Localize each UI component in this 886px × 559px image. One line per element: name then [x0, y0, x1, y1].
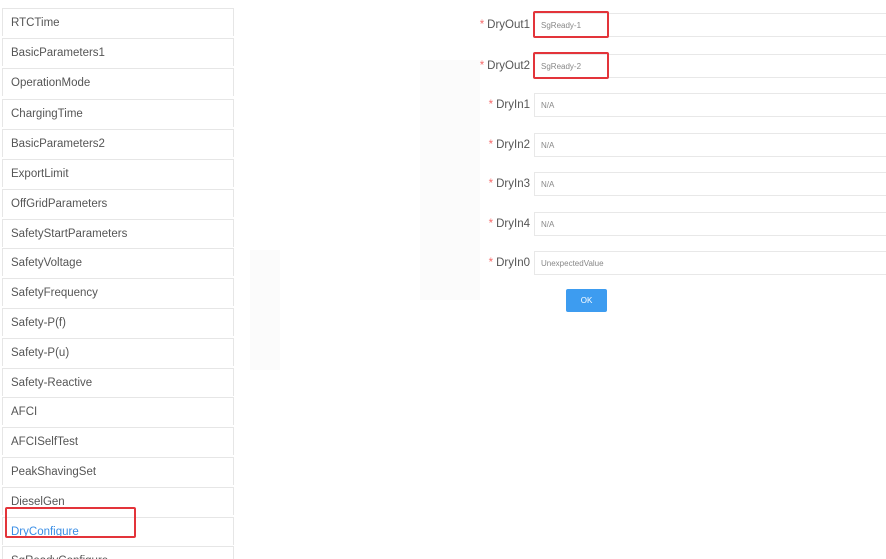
sidebar-item-dieselgen[interactable]: DieselGen [2, 487, 234, 515]
form-row-dryin3: * DryIn3 [420, 172, 886, 198]
sidebar-item-afciselftest[interactable]: AFCISelfTest [2, 427, 234, 455]
sidebar-item-exportlimit[interactable]: ExportLimit [2, 159, 234, 187]
form-row-dryout1: * DryOut1 [420, 11, 886, 39]
settings-sidebar: RTCTime BasicParameters1 OperationMode C… [0, 8, 237, 559]
background-smudge [250, 250, 280, 370]
dryout1-input[interactable] [534, 13, 886, 37]
dryin1-input[interactable] [534, 93, 886, 117]
dryin4-label: * DryIn4 [488, 218, 530, 230]
sidebar-item-basicparameters1[interactable]: BasicParameters1 [2, 38, 234, 66]
sidebar-item-afci[interactable]: AFCI [2, 397, 234, 425]
sidebar-item-chargingtime[interactable]: ChargingTime [2, 99, 234, 127]
required-mark: * [488, 139, 494, 151]
sidebar-item-safetystartparameters[interactable]: SafetyStartParameters [2, 219, 234, 247]
dryout2-label: * DryOut2 [479, 60, 530, 72]
form-row-dryin1: * DryIn1 [420, 93, 886, 119]
sidebar-item-offgridparameters[interactable]: OffGridParameters [2, 189, 234, 217]
dryout1-label: * DryOut1 [479, 19, 530, 31]
dryin3-label: * DryIn3 [488, 178, 530, 190]
dryin0-label: * DryIn0 [488, 257, 530, 269]
sidebar-item-basicparameters2[interactable]: BasicParameters2 [2, 129, 234, 157]
ok-button[interactable]: OK [566, 289, 607, 312]
dryin2-input[interactable] [534, 133, 886, 157]
sidebar-item-safetyfrequency[interactable]: SafetyFrequency [2, 278, 234, 306]
form-row-dryin0: * DryIn0 [420, 251, 886, 277]
sidebar-item-peakshavingset[interactable]: PeakShavingSet [2, 457, 234, 485]
sidebar-item-sgreadyconfigure[interactable]: SgReadyConfigure [2, 546, 234, 559]
dryout2-input[interactable] [534, 54, 886, 78]
required-mark: * [479, 19, 485, 31]
form-row-dryout2: * DryOut2 [420, 52, 886, 80]
required-mark: * [488, 257, 494, 269]
required-mark: * [488, 99, 494, 111]
required-mark: * [488, 218, 494, 230]
sidebar-item-safety-pf[interactable]: Safety-P(f) [2, 308, 234, 336]
sidebar-item-operationmode[interactable]: OperationMode [2, 68, 234, 96]
form-row-dryin2: * DryIn2 [420, 133, 886, 159]
required-mark: * [479, 60, 485, 72]
dryin4-input[interactable] [534, 212, 886, 236]
dryin2-label: * DryIn2 [488, 139, 530, 151]
dryin1-label: * DryIn1 [488, 99, 530, 111]
required-mark: * [488, 178, 494, 190]
dryin0-input[interactable] [534, 251, 886, 275]
dryin3-input[interactable] [534, 172, 886, 196]
sidebar-item-dryconfigure[interactable]: DryConfigure [2, 517, 234, 545]
sidebar-item-safetyvoltage[interactable]: SafetyVoltage [2, 248, 234, 276]
sidebar-item-safety-pu[interactable]: Safety-P(u) [2, 338, 234, 366]
sidebar-item-safety-reactive[interactable]: Safety-Reactive [2, 368, 234, 396]
form-row-dryin4: * DryIn4 [420, 212, 886, 238]
sidebar-item-rtctime[interactable]: RTCTime [2, 8, 234, 36]
